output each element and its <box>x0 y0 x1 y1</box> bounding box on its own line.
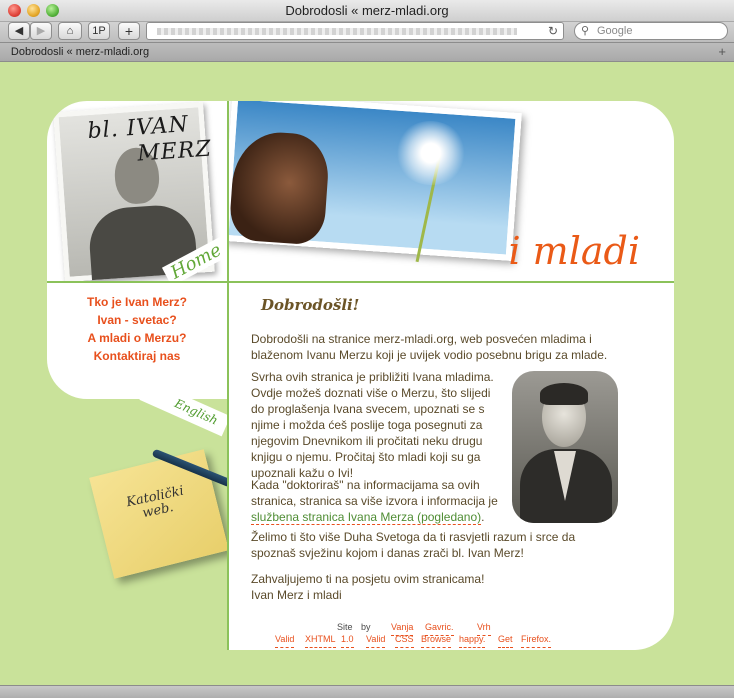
nav-item-contact[interactable]: Kontaktiraj nas <box>47 347 227 365</box>
page: bl. IVAN MERZ Home i mladi Tko je Ivan M… <box>0 62 734 685</box>
home-icon: ⌂ <box>66 25 74 37</box>
onepassword-button[interactable]: 1P <box>88 22 110 40</box>
forward-button[interactable]: ▶ <box>30 22 52 40</box>
blessing-paragraph: Želimo ti što više Duha Svetoga da ti ra… <box>251 530 576 560</box>
reload-icon[interactable]: ↻ <box>548 24 558 38</box>
dandelion-photo <box>229 101 522 263</box>
search-placeholder: Google <box>597 25 633 37</box>
page-heading: Dobrodošli! <box>261 296 360 314</box>
valid-xhtml-link[interactable]: Valid <box>275 631 295 648</box>
browse-happy-link[interactable]: Browse <box>421 631 452 648</box>
header-logo-box: bl. IVAN MERZ Home <box>47 101 227 281</box>
css-link[interactable]: CSS <box>395 631 414 648</box>
young-merz-photo <box>512 371 618 523</box>
title-bar: Dobrodosli « merz-mladi.org <box>0 0 734 22</box>
thanks-paragraph: Zahvaljujemo ti na posjetu ovim stranica… <box>251 572 485 602</box>
status-bar <box>0 685 734 698</box>
firefox-link[interactable]: Firefox. <box>521 631 552 648</box>
window-title: Dobrodosli « merz-mladi.org <box>285 3 449 18</box>
site-tagline: i mladi <box>508 229 640 273</box>
happy-link[interactable]: happy. <box>459 631 486 648</box>
logo-text-2: MERZ <box>136 136 213 167</box>
new-tab-icon[interactable]: + <box>718 44 726 59</box>
xhtml-version-link[interactable]: 1.0 <box>341 631 354 648</box>
search-icon: ⚲ <box>581 25 590 37</box>
address-bar[interactable]: ↻ <box>146 22 564 40</box>
back-button[interactable]: ◀ <box>8 22 30 40</box>
nav-item-who-is-ivan-merz[interactable]: Tko je Ivan Merz? <box>47 293 227 311</box>
nav-item-youth-about-merz[interactable]: A mladi o Merzu? <box>47 329 227 347</box>
get-firefox-link[interactable]: Get <box>498 631 513 648</box>
intro-paragraph: Dobrodošli na stranice merz-mladi.org, w… <box>251 332 608 362</box>
sources-paragraph: Kada "doktoriraš" na informacijama sa ov… <box>251 478 498 525</box>
add-bookmark-button[interactable]: + <box>118 22 140 40</box>
xhtml-link[interactable]: XHTML <box>305 631 336 648</box>
header-banner: i mladi <box>227 101 674 281</box>
valid-css-link[interactable]: Valid <box>366 631 386 648</box>
main-navigation: Tko je Ivan Merz? Ivan - svetac? A mladi… <box>47 281 227 399</box>
browser-toolbar: ◀ ▶ ⌂ 1P + ↻ ⚲ Google <box>0 22 734 42</box>
url-text-redacted <box>157 28 517 35</box>
official-site-link[interactable]: službena stranica Ivana Merza (pogledano… <box>251 510 482 525</box>
nav-item-ivan-saint[interactable]: Ivan - svetac? <box>47 311 227 329</box>
tab-bar: Dobrodosli « merz-mladi.org + <box>0 42 734 62</box>
catholic-web-postit[interactable]: Katolički web. <box>89 449 229 579</box>
tab-active[interactable]: Dobrodosli « merz-mladi.org <box>0 43 160 61</box>
search-input[interactable]: ⚲ Google <box>574 22 728 40</box>
home-button[interactable]: ⌂ <box>58 22 82 40</box>
main-content: Dobrodošli! Dobrodošli na stranice merz-… <box>227 281 674 650</box>
purpose-paragraph: Svrha ovih stranica je približiti Ivana … <box>251 370 494 480</box>
